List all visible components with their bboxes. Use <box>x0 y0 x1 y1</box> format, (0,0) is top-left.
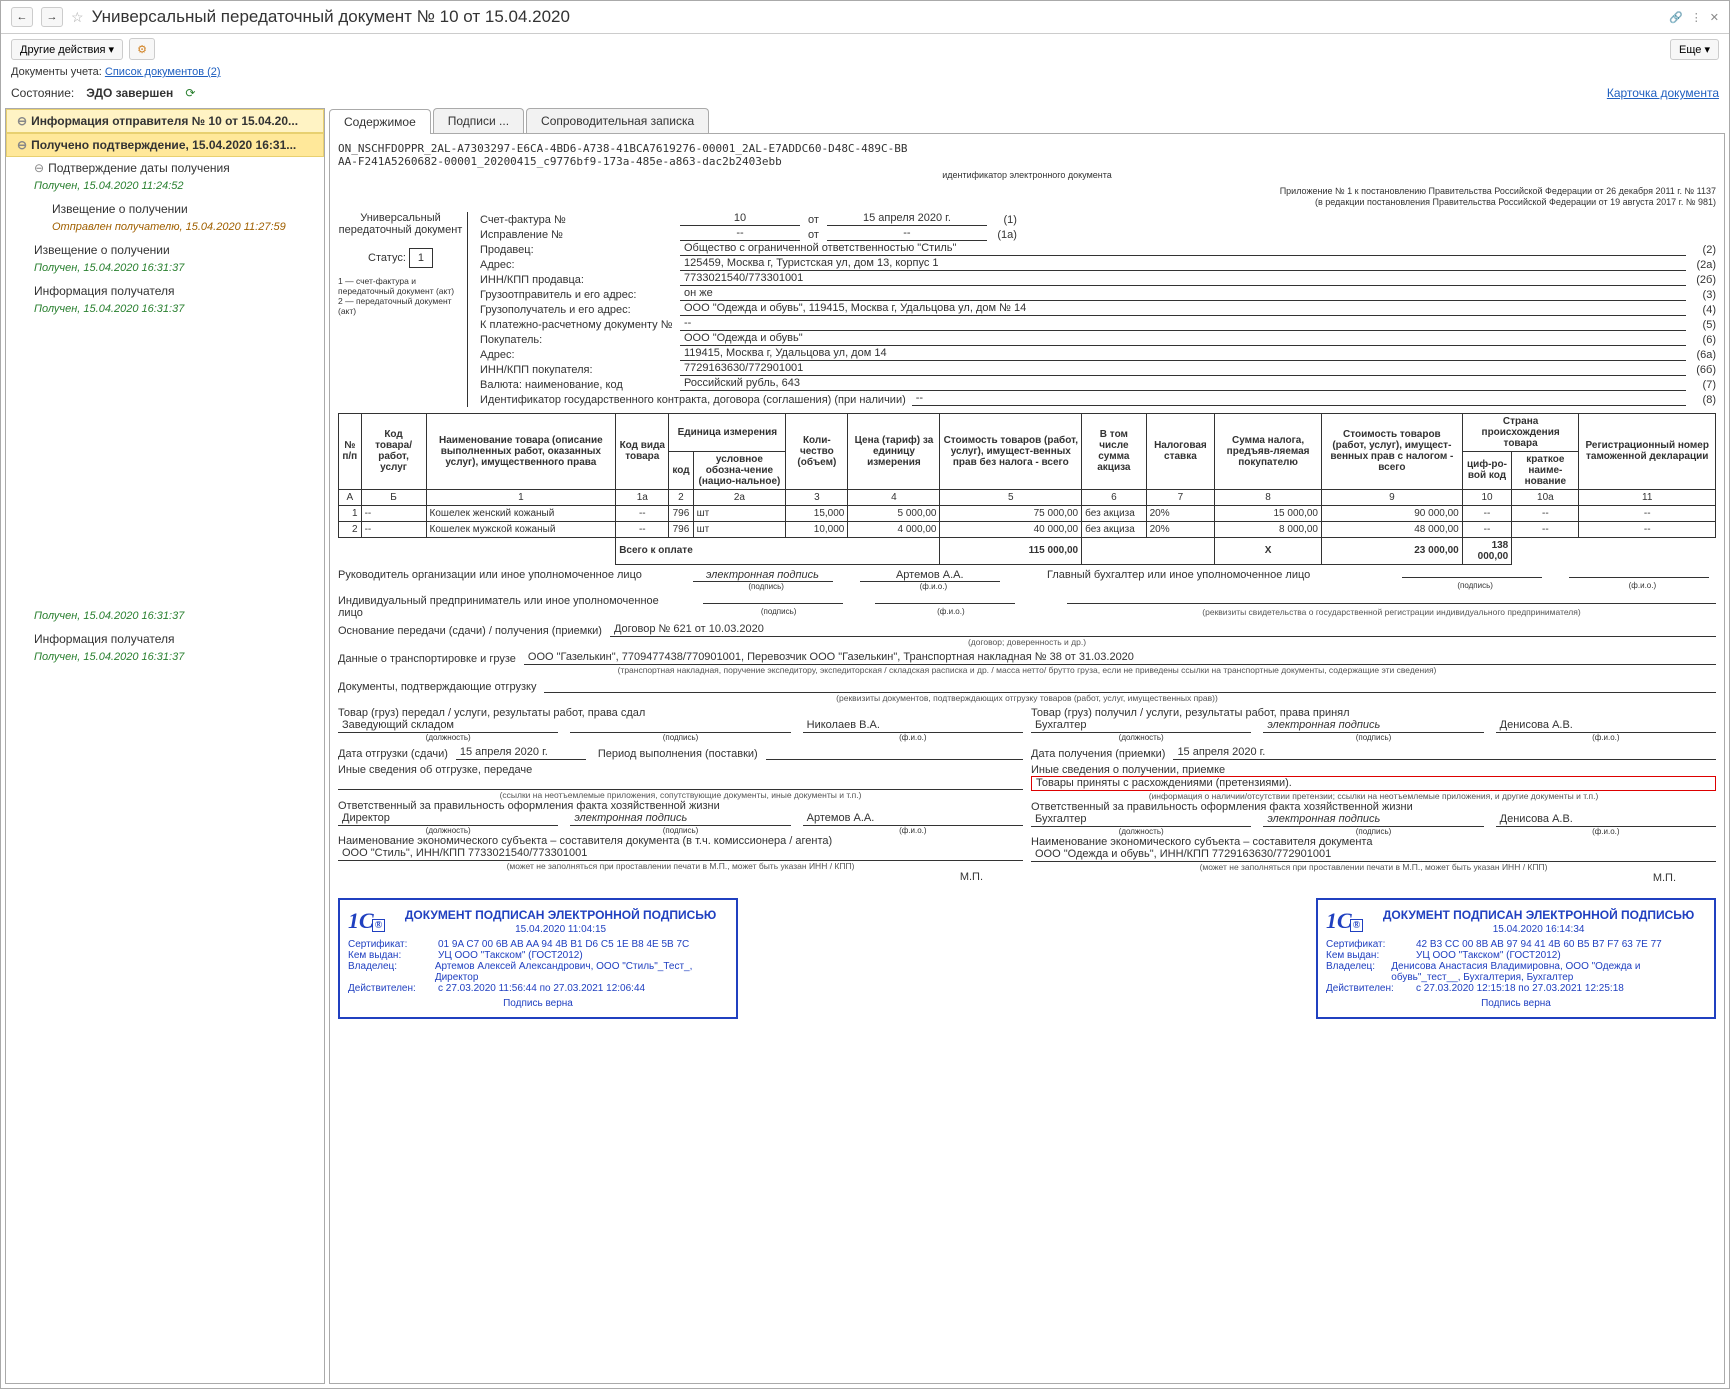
signature-stamp-1: 1C®ДОКУМЕНТ ПОДПИСАН ЭЛЕКТРОННОЙ ПОДПИСЬ… <box>1316 898 1716 1019</box>
docs-label: Документы учета: <box>11 66 102 78</box>
more-button[interactable]: Еще ▾ <box>1670 39 1719 60</box>
sidebar-item-3[interactable]: Извещение о получении <box>6 198 324 220</box>
sidebar-status-7: Получен, 15.04.2020 16:31:37 <box>6 650 324 669</box>
field-val-8: 7729163630/772901001 <box>680 362 1686 376</box>
sidebar-item-5[interactable]: Информация получателя <box>6 280 324 302</box>
tab-2[interactable]: Сопроводительная записка <box>526 108 709 133</box>
document-body: ON_NSCHFDOPPR_2AL-A7303297-E6CA-4BD6-A73… <box>329 134 1725 1384</box>
window-title: Универсальный передаточный документ № 10… <box>92 7 1662 27</box>
other-actions-button[interactable]: Другие действия ▾ <box>11 39 123 60</box>
table-row: 2--Кошелек мужской кожаный--796шт10,0004… <box>339 521 1716 537</box>
head-name: Артемов А.А. <box>860 569 1000 582</box>
sidebar-item-2[interactable]: ⊖Подтверждение даты получения <box>6 157 324 179</box>
ip-label: Индивидуальный предприниматель или иное … <box>338 595 663 619</box>
basis-label: Основание передачи (сдачи) / получения (… <box>338 625 610 637</box>
field-val-2: 7733021540/773301001 <box>680 272 1686 286</box>
tab-0[interactable]: Содержимое <box>329 109 431 134</box>
field-val-1: 125459, Москва г, Туристская ул, дом 13,… <box>680 257 1686 271</box>
hierarchy-icon[interactable]: ⚙ <box>129 38 155 60</box>
status-label: Состояние: <box>11 86 74 100</box>
document-window: ← → ☆ Универсальный передаточный докумен… <box>0 0 1730 1389</box>
titlebar: ← → ☆ Универсальный передаточный докумен… <box>1 1 1729 34</box>
field-val-7: 119415, Москва г, Удальцова ул, дом 14 <box>680 347 1686 361</box>
invoice-date: 15 апреля 2020 г. <box>827 212 987 226</box>
status-box: 1 <box>409 248 433 268</box>
field-val-5: -- <box>680 317 1686 331</box>
sidebar-status-5: Получен, 15.04.2020 16:31:37 <box>6 302 324 321</box>
doc-id-2: AA-F241A5260682-00001_20200415_c9776bf9-… <box>338 155 1716 168</box>
signature-stamp-0: 1C®ДОКУМЕНТ ПОДПИСАН ЭЛЕКТРОННОЙ ПОДПИСЬ… <box>338 898 738 1019</box>
fix-num: -- <box>680 227 800 241</box>
forward-button[interactable]: → <box>41 7 63 27</box>
sender-block: Товар (груз) передал / услуги, результат… <box>338 707 1023 884</box>
link-icon[interactable]: 🔗 <box>1669 11 1683 24</box>
regulation-note: Приложение № 1 к постановлению Правитель… <box>338 186 1716 208</box>
status-value: ЭДО завершен <box>86 86 173 100</box>
sidebar-item-4[interactable]: Извещение о получении <box>6 239 324 261</box>
toolbar: Другие действия ▾ ⚙ Еще ▾ <box>1 34 1729 64</box>
doc-id-1: ON_NSCHFDOPPR_2AL-A7303297-E6CA-4BD6-A73… <box>338 142 1716 155</box>
back-button[interactable]: ← <box>11 7 33 27</box>
docs-line: Документы учета: Список документов (2) <box>1 64 1729 82</box>
upd-left: Универсальный передаточный документ Стат… <box>338 212 468 407</box>
sidebar-item-6[interactable] <box>6 601 324 609</box>
sidebar-item-7[interactable]: Информация получателя <box>6 628 324 650</box>
favorite-icon[interactable]: ☆ <box>71 9 84 26</box>
status-legend: 1 — счет-фактура и передаточный документ… <box>338 276 463 317</box>
docs-link[interactable]: Список документов (2) <box>105 66 221 78</box>
sidebar-status-2: Получен, 15.04.2020 11:24:52 <box>6 179 324 198</box>
tabs: СодержимоеПодписи ...Сопроводительная за… <box>329 108 1725 134</box>
card-link[interactable]: Карточка документа <box>1607 86 1719 100</box>
table-row: 1--Кошелек женский кожаный--796шт15,0005… <box>339 505 1716 521</box>
sidebar-status-4: Получен, 15.04.2020 16:31:37 <box>6 261 324 280</box>
receiver-block: Товар (груз) получил / услуги, результат… <box>1031 707 1716 884</box>
upd-title: Универсальный передаточный документ <box>338 212 463 236</box>
fix-date: -- <box>827 227 987 241</box>
status-label-upd: Статус: <box>368 252 406 264</box>
refresh-icon[interactable]: ⟳ <box>185 86 195 100</box>
transport-val: ООО "Газелькин", 7709477438/770901001, П… <box>524 651 1716 665</box>
discrepancy-note: Товары приняты с расхождениями (претензи… <box>1031 776 1716 791</box>
sidebar-item-1[interactable]: ⊖Получено подтверждение, 15.04.2020 16:3… <box>6 133 324 157</box>
close-icon[interactable]: ✕ <box>1710 11 1719 24</box>
confirm-label: Документы, подтверждающие отгрузку <box>338 681 544 693</box>
invoice-num-label: Счет-фактура № <box>480 214 680 226</box>
doc-id-label: идентификатор электронного документа <box>338 170 1716 180</box>
items-table: № п/пКод товара/ работ, услугНаименовани… <box>338 413 1716 565</box>
field-val-6: ООО "Одежда и обувь" <box>680 332 1686 346</box>
field-val-4: ООО "Одежда и обувь", 119415, Москва г, … <box>680 302 1686 316</box>
field-val-9: Российский рубль, 643 <box>680 377 1686 391</box>
field-val-3: он же <box>680 287 1686 301</box>
status-line: Состояние: ЭДО завершен ⟳ Карточка докум… <box>1 82 1729 104</box>
invoice-num: 10 <box>680 212 800 226</box>
head-label: Руководитель организации или иное уполно… <box>338 569 653 581</box>
fix-label: Исправление № <box>480 229 680 241</box>
acc-label: Главный бухгалтер или иное уполномоченно… <box>1047 569 1362 581</box>
transport-label: Данные о транспортировке и грузе <box>338 653 524 665</box>
menu-icon[interactable]: ⋮ <box>1691 11 1702 24</box>
sidebar-status-6: Получен, 15.04.2020 16:31:37 <box>6 609 324 628</box>
sidebar: ⊖Информация отправителя № 10 от 15.04.20… <box>5 108 325 1384</box>
sidebar-item-0[interactable]: ⊖Информация отправителя № 10 от 15.04.20… <box>6 109 324 133</box>
field-val-10: -- <box>912 392 1686 406</box>
tab-1[interactable]: Подписи ... <box>433 108 524 133</box>
field-val-0: Общество с ограниченной ответственностью… <box>680 242 1686 256</box>
sidebar-status-3: Отправлен получателю, 15.04.2020 11:27:5… <box>6 220 324 239</box>
header-fields: Счет-фактура № 10 от 15 апреля 2020 г. (… <box>480 212 1716 407</box>
basis-val: Договор № 621 от 10.03.2020 <box>610 623 1716 637</box>
